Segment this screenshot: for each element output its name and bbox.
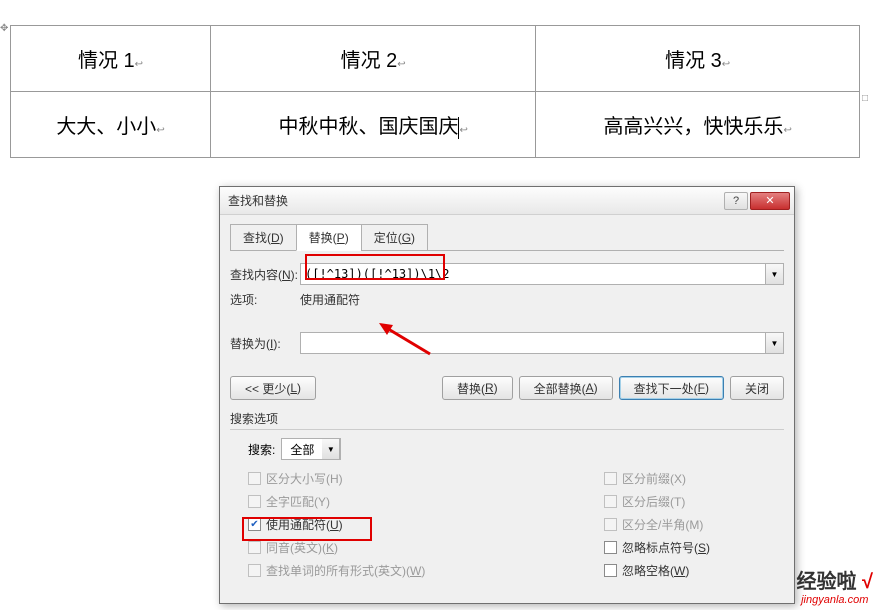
chevron-down-icon: ▼ (322, 438, 340, 460)
replace-label: 替换为(I): (230, 335, 300, 352)
help-button[interactable]: ? (724, 192, 748, 210)
options-label: 选项: (230, 291, 300, 308)
check-ignore-space[interactable]: 忽略空格(W) (604, 562, 784, 579)
close-button[interactable]: ✕ (750, 192, 790, 210)
check-whole-word: 全字匹配(Y) (248, 493, 604, 510)
table-handle-icon: ✥ (0, 23, 8, 34)
search-direction-label: 搜索: (248, 441, 275, 458)
search-direction-select[interactable]: 全部 ▼ (281, 438, 341, 460)
watermark: 经验啦 √ jingyanla.com (796, 565, 873, 606)
find-next-button[interactable]: 查找下一处(F) (619, 376, 724, 400)
check-match-case: 区分大小写(H) (248, 470, 604, 487)
less-button[interactable]: << 更少(L) (230, 376, 316, 400)
find-replace-dialog: 查找和替换 ? ✕ 查找(D) 替换(P) 定位(G) 查找内容(N): ▼ 选… (219, 186, 795, 604)
tab-goto[interactable]: 定位(G) (361, 224, 428, 251)
check-sounds-like: 同音(英文)(K) (248, 539, 604, 556)
cell-r2c3[interactable]: 高高兴兴，快快乐乐↩ (536, 92, 860, 158)
replace-button[interactable]: 替换(R) (442, 376, 513, 400)
example-table: 情况 1↩ 情况 2↩ 情况 3↩ 大大、小小↩ 中秋中秋、国庆国庆↩ 高高兴兴… (10, 25, 860, 158)
replace-all-button[interactable]: 全部替换(A) (519, 376, 613, 400)
replace-dropdown-button[interactable]: ▼ (766, 332, 784, 354)
find-label: 查找内容(N): (230, 266, 300, 283)
check-width: 区分全/半角(M) (604, 516, 784, 533)
check-icon: √ (862, 571, 873, 593)
cell-r2c1[interactable]: 大大、小小↩ (11, 92, 211, 158)
dialog-title: 查找和替换 (224, 192, 722, 209)
table-resize-icon: □ (862, 93, 868, 104)
options-value: 使用通配符 (300, 291, 360, 308)
check-wildcards[interactable]: ✔使用通配符(U) (248, 516, 604, 533)
tab-replace[interactable]: 替换(P) (296, 224, 362, 251)
tab-strip: 查找(D) 替换(P) 定位(G) (230, 223, 784, 251)
close-dialog-button[interactable]: 关闭 (730, 376, 784, 400)
find-dropdown-button[interactable]: ▼ (766, 263, 784, 285)
cell-r2c2[interactable]: 中秋中秋、国庆国庆↩ (211, 92, 536, 158)
divider (230, 429, 784, 430)
check-prefix: 区分前缀(X) (604, 470, 784, 487)
find-input[interactable] (300, 263, 766, 285)
cell-r1c2[interactable]: 情况 2↩ (211, 26, 536, 92)
cell-r1c1[interactable]: 情况 1↩ (11, 26, 211, 92)
check-word-forms: 查找单词的所有形式(英文)(W) (248, 562, 604, 579)
check-ignore-punct[interactable]: 忽略标点符号(S) (604, 539, 784, 556)
titlebar[interactable]: 查找和替换 ? ✕ (220, 187, 794, 215)
tab-find[interactable]: 查找(D) (230, 224, 297, 251)
search-options-label: 搜索选项 (230, 410, 784, 427)
check-suffix: 区分后缀(T) (604, 493, 784, 510)
cell-r1c3[interactable]: 情况 3↩ (536, 26, 860, 92)
replace-input[interactable] (300, 332, 766, 354)
